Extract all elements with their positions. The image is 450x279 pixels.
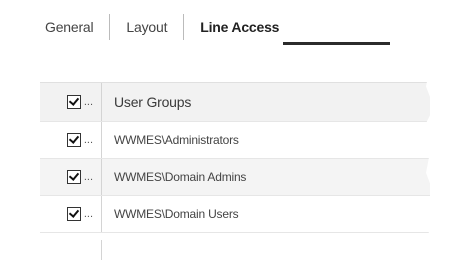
table-row[interactable]: ... WWMES\Administrators xyxy=(40,122,430,159)
row-checkbox[interactable] xyxy=(66,133,81,147)
tab-general[interactable]: General xyxy=(45,19,109,35)
column-ellipsis: ... xyxy=(83,208,93,220)
group-name: WWMES\Domain Users xyxy=(114,207,239,221)
group-name: WWMES\Administrators xyxy=(114,133,239,147)
row-check-cell: ... xyxy=(40,196,102,232)
tab-layout[interactable]: Layout xyxy=(110,19,183,35)
row-checkbox[interactable] xyxy=(66,170,81,184)
row-check-cell xyxy=(40,240,102,260)
tab-bar: General Layout Line Access xyxy=(45,12,295,42)
user-groups-grid: ... User Groups ... WWMES\Administrators… xyxy=(40,82,430,233)
select-all-checkbox[interactable] xyxy=(66,95,81,109)
column-ellipsis: ... xyxy=(83,96,93,108)
user-groups-column-header[interactable]: User Groups xyxy=(102,94,191,110)
dialog-panel: General Layout Line Access ... User Grou… xyxy=(30,0,430,262)
row-check-cell: ... xyxy=(40,122,102,158)
select-all-cell: ... xyxy=(40,83,102,121)
tab-line-access[interactable]: Line Access xyxy=(184,19,295,35)
table-row[interactable]: ... WWMES\Domain Admins xyxy=(40,159,430,196)
row-checkbox[interactable] xyxy=(66,207,81,221)
column-ellipsis: ... xyxy=(83,171,93,183)
row-check-cell: ... xyxy=(40,159,102,195)
active-tab-indicator xyxy=(283,42,390,45)
column-ellipsis: ... xyxy=(83,134,93,146)
table-row[interactable]: ... WWMES\Domain Users xyxy=(40,196,430,233)
grid-header-row: ... User Groups xyxy=(40,82,430,122)
group-name: WWMES\Domain Admins xyxy=(114,170,247,184)
partial-row xyxy=(40,240,430,260)
